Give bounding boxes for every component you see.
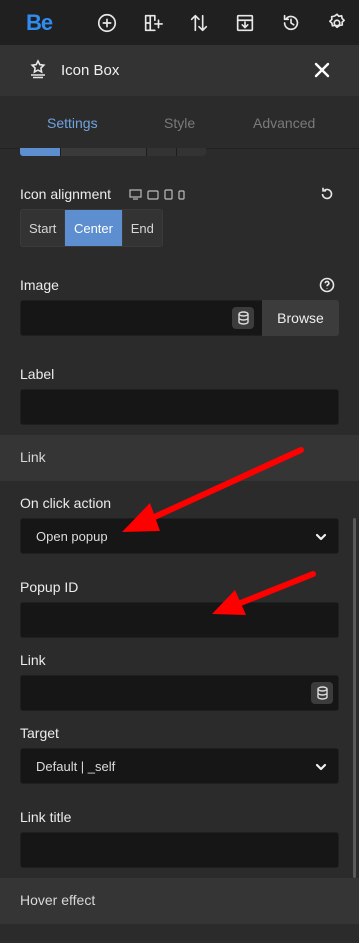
align-center-button[interactable]: Center <box>65 210 123 246</box>
history-icon[interactable] <box>279 11 303 35</box>
mobile-icon[interactable] <box>178 187 185 205</box>
desktop-icon[interactable] <box>129 187 142 205</box>
label-input[interactable] <box>20 389 339 425</box>
label-field-label: Label <box>20 366 55 382</box>
sort-icon[interactable] <box>187 11 211 35</box>
scrollbar[interactable] <box>353 518 356 878</box>
image-label: Image <box>20 277 59 293</box>
target-label: Target <box>20 725 59 741</box>
icon-box-icon <box>28 59 48 79</box>
layout-add-icon[interactable] <box>141 11 165 35</box>
link-section-title: Link <box>20 449 46 465</box>
align-start-button[interactable]: Start <box>21 210 66 246</box>
link-section-header[interactable]: Link <box>0 435 359 481</box>
popup-id-input[interactable] <box>20 602 339 638</box>
reset-icon[interactable] <box>319 186 335 202</box>
previous-control-strip[interactable] <box>20 148 206 156</box>
popup-id-label: Popup ID <box>20 579 79 595</box>
tab-style[interactable]: Style <box>164 115 195 131</box>
link-label: Link <box>20 652 46 668</box>
browse-button[interactable]: Browse <box>262 300 339 336</box>
hover-effect-section-header[interactable]: Hover effect <box>0 878 359 924</box>
icon-alignment-label: Icon alignment <box>20 186 112 202</box>
tab-advanced[interactable]: Advanced <box>253 115 315 131</box>
top-toolbar: Be <box>0 0 359 45</box>
device-switcher <box>129 187 185 205</box>
target-value: Default | _self <box>36 759 116 774</box>
help-icon[interactable] <box>319 277 335 293</box>
database-icon[interactable] <box>232 307 254 329</box>
database-icon[interactable] <box>311 682 333 704</box>
tablet-icon[interactable] <box>164 187 173 205</box>
chevron-down-icon <box>314 760 328 774</box>
on-click-action-label: On click action <box>20 495 112 511</box>
target-select[interactable]: Default | _self <box>20 748 339 784</box>
image-input[interactable] <box>20 300 263 336</box>
be-logo[interactable]: Be <box>26 10 53 36</box>
on-click-action-value: Open popup <box>36 529 108 544</box>
link-input[interactable] <box>20 675 339 711</box>
gear-icon[interactable] <box>325 11 349 35</box>
align-end-button[interactable]: End <box>123 210 162 246</box>
link-title-label: Link title <box>20 809 72 825</box>
tab-settings[interactable]: Settings <box>47 115 98 131</box>
icon-alignment-control: Start Center End <box>20 209 163 247</box>
add-icon[interactable] <box>95 11 119 35</box>
chevron-down-icon <box>314 530 328 544</box>
save-icon[interactable] <box>233 11 257 35</box>
panel-tabs: Settings Style Advanced <box>0 96 359 149</box>
panel-title: Icon Box <box>61 62 120 79</box>
link-title-input[interactable] <box>20 832 339 868</box>
tablet-landscape-icon[interactable] <box>147 187 159 205</box>
hover-effect-section-title: Hover effect <box>20 892 96 908</box>
on-click-action-select[interactable]: Open popup <box>20 518 339 554</box>
panel-header: Icon Box <box>0 45 359 96</box>
close-icon[interactable] <box>311 59 333 81</box>
